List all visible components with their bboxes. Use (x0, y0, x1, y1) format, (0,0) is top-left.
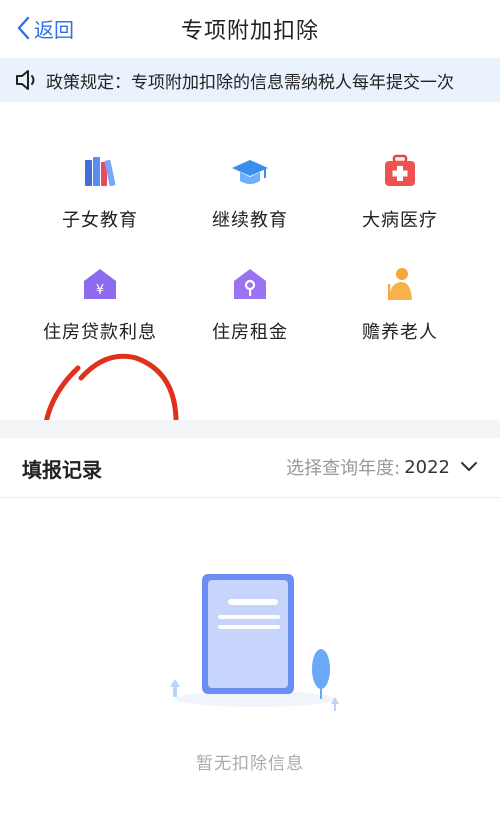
category-label: 住房租金 (212, 322, 288, 343)
notice-text: 政策规定：专项附加扣除的信息需纳税人每年提交一次 (46, 72, 454, 93)
category-label: 赡养老人 (362, 322, 438, 343)
empty-state: 暂无扣除信息 (0, 499, 500, 815)
category-label: 子女教育 (62, 210, 138, 231)
house-yuan-icon: ¥ (84, 269, 116, 299)
records-header: 填报记录 选择查询年度: 2022 (0, 438, 500, 498)
category-continuing-education[interactable]: 继续教育 (167, 152, 333, 252)
category-label: 继续教育 (212, 210, 288, 231)
category-child-education[interactable]: 子女教育 (17, 152, 183, 252)
policy-notice-bar: 政策规定：专项附加扣除的信息需纳税人每年提交一次 (0, 58, 500, 102)
deduction-category-grid: 子女教育 继续教育 大病医疗 ¥ 住房贷款利息 住房租金 赡养老人 (0, 102, 500, 493)
graduation-cap-icon (232, 160, 268, 184)
empty-document-illustration (170, 574, 339, 711)
section-divider (0, 420, 500, 438)
records-title: 填报记录 (22, 458, 102, 482)
page-title: 专项附加扣除 (180, 19, 319, 44)
category-serious-illness[interactable]: 大病医疗 (317, 152, 483, 252)
category-elder-support[interactable]: 赡养老人 (317, 264, 483, 364)
elder-icon (388, 268, 412, 300)
category-label: 住房贷款利息 (43, 322, 157, 343)
year-value: 2022 (404, 456, 450, 478)
medical-kit-icon (385, 154, 415, 186)
house-key-icon (234, 269, 266, 299)
chevron-down-icon (461, 462, 477, 471)
year-prompt: 选择查询年度: (286, 458, 401, 479)
svg-text:¥: ¥ (96, 283, 104, 298)
category-housing-loan-interest[interactable]: ¥ 住房贷款利息 (17, 264, 183, 364)
top-nav-bar: 返回 专项附加扣除 (0, 0, 500, 58)
speaker-icon (16, 70, 35, 90)
books-icon (85, 157, 116, 187)
empty-state-text: 暂无扣除信息 (196, 754, 304, 774)
category-label: 大病医疗 (362, 210, 438, 231)
year-selector[interactable]: 选择查询年度: 2022 (286, 454, 478, 480)
category-housing-rent[interactable]: 住房租金 (167, 264, 333, 364)
